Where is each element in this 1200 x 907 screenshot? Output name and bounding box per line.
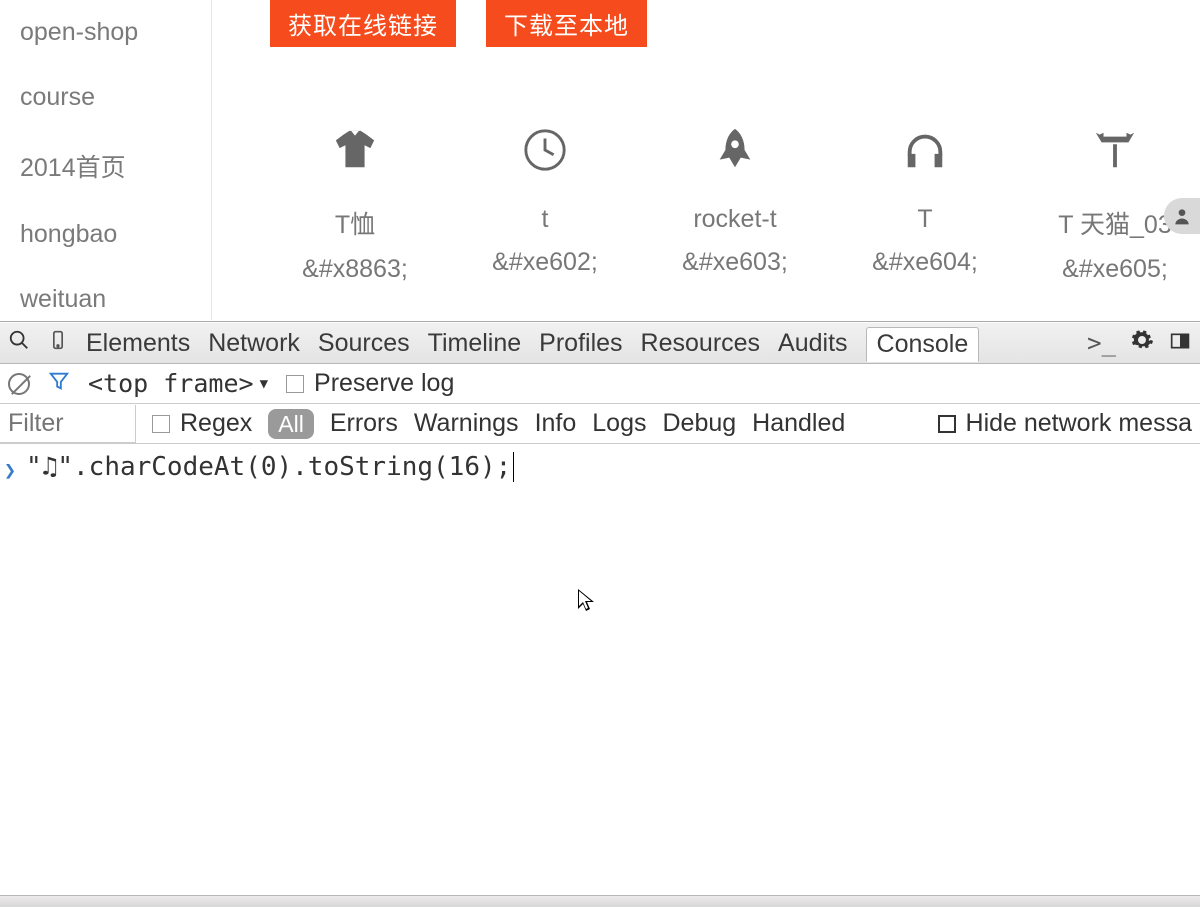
- level-logs[interactable]: Logs: [592, 409, 646, 438]
- console-input-text: "♫".charCodeAt(0).toString(16);: [26, 452, 511, 482]
- regex-checkbox[interactable]: Regex: [152, 409, 252, 438]
- level-info[interactable]: Info: [535, 409, 577, 438]
- sidebar-item-2014-home[interactable]: 2014首页: [0, 130, 211, 202]
- tab-elements[interactable]: Elements: [86, 329, 190, 358]
- frame-selector-label: <top frame>: [88, 369, 254, 398]
- checkbox-icon: [938, 415, 956, 433]
- icon-name: T: [917, 205, 932, 234]
- clear-console-icon[interactable]: [8, 373, 30, 395]
- sidebar-item-open-shop[interactable]: open-shop: [0, 0, 211, 65]
- level-warnings[interactable]: Warnings: [414, 409, 519, 438]
- icon-cell-clock[interactable]: t &#xe602;: [460, 122, 630, 284]
- dock-icon[interactable]: [1168, 329, 1192, 358]
- filter-funnel-icon[interactable]: [48, 370, 70, 398]
- icon-name: T恤: [335, 205, 375, 241]
- hide-network-checkbox[interactable]: Hide network messa: [938, 409, 1192, 438]
- drawer-toggle-icon[interactable]: >_: [1087, 329, 1116, 357]
- icon-name: T 天猫_03: [1058, 205, 1171, 241]
- preserve-log-checkbox[interactable]: Preserve log: [286, 369, 454, 398]
- icon-cell-rocket[interactable]: rocket-t &#xe603;: [650, 122, 820, 284]
- sidebar-item-hongbao[interactable]: hongbao: [0, 202, 211, 267]
- icon-name: t: [542, 205, 549, 234]
- icon-code: &#xe602;: [492, 248, 598, 277]
- window-bottom-strip: [0, 895, 1200, 907]
- regex-label: Regex: [180, 409, 252, 438]
- icon-code: &#xe603;: [682, 248, 788, 277]
- get-online-link-button[interactable]: 获取在线链接: [270, 0, 456, 47]
- filter-input[interactable]: [0, 405, 136, 443]
- rocket-icon: [708, 122, 763, 177]
- tab-console[interactable]: Console: [866, 327, 980, 362]
- icon-grid: T恤 &#x8863; t &#xe602; rocket-t &#xe603;: [270, 122, 1200, 284]
- chevron-down-icon: ▼: [260, 376, 268, 392]
- icon-code: &#xe604;: [872, 248, 978, 277]
- tab-sources[interactable]: Sources: [318, 329, 410, 358]
- clock-icon: [518, 122, 573, 177]
- console-toolbar: <top frame> ▼ Preserve log: [0, 364, 1200, 404]
- text-cursor-icon: [513, 452, 514, 482]
- level-handled[interactable]: Handled: [752, 409, 845, 438]
- headphones-icon: [898, 122, 953, 177]
- level-all[interactable]: All: [268, 409, 314, 439]
- icon-name: rocket-t: [693, 205, 776, 234]
- console-body[interactable]: ❯ "♫".charCodeAt(0).toString(16);: [0, 444, 1200, 907]
- checkbox-icon: [152, 415, 170, 433]
- device-icon[interactable]: [48, 329, 68, 358]
- tab-resources[interactable]: Resources: [641, 329, 761, 358]
- sidebar-item-weituan[interactable]: weituan: [0, 267, 211, 314]
- download-local-button[interactable]: 下载至本地: [486, 0, 647, 47]
- devtools-tabbar: Elements Network Sources Timeline Profil…: [0, 322, 1200, 364]
- devtools-panel: Elements Network Sources Timeline Profil…: [0, 321, 1200, 907]
- tab-timeline[interactable]: Timeline: [428, 329, 522, 358]
- tshirt-icon: [328, 122, 383, 177]
- icon-cell-tshirt[interactable]: T恤 &#x8863;: [270, 122, 440, 284]
- level-debug[interactable]: Debug: [662, 409, 736, 438]
- icon-cell-headphones[interactable]: T &#xe604;: [840, 122, 1010, 284]
- preserve-log-label: Preserve log: [314, 369, 454, 398]
- tmall-icon: [1088, 122, 1143, 177]
- content-area: 获取在线链接 下载至本地 T恤 &#x8863; t &#xe602;: [212, 0, 1200, 320]
- hide-network-label: Hide network messa: [966, 409, 1192, 438]
- mouse-cursor-icon: [575, 585, 599, 618]
- frame-selector[interactable]: <top frame> ▼: [88, 369, 268, 398]
- search-icon[interactable]: [8, 329, 30, 358]
- tab-profiles[interactable]: Profiles: [539, 329, 622, 358]
- icon-code: &#xe605;: [1062, 255, 1168, 284]
- console-filterbar: Regex All Errors Warnings Info Logs Debu…: [0, 404, 1200, 444]
- level-errors[interactable]: Errors: [330, 409, 398, 438]
- gear-icon[interactable]: [1130, 328, 1154, 359]
- user-badge-icon[interactable]: [1164, 198, 1200, 234]
- checkbox-icon: [286, 375, 304, 393]
- console-prompt-icon: ❯: [4, 452, 16, 482]
- sidebar-item-course[interactable]: course: [0, 65, 211, 130]
- tab-network[interactable]: Network: [208, 329, 300, 358]
- sidebar: open-shop course 2014首页 hongbao weituan: [0, 0, 212, 320]
- tab-audits[interactable]: Audits: [778, 329, 847, 358]
- icon-code: &#x8863;: [302, 255, 408, 284]
